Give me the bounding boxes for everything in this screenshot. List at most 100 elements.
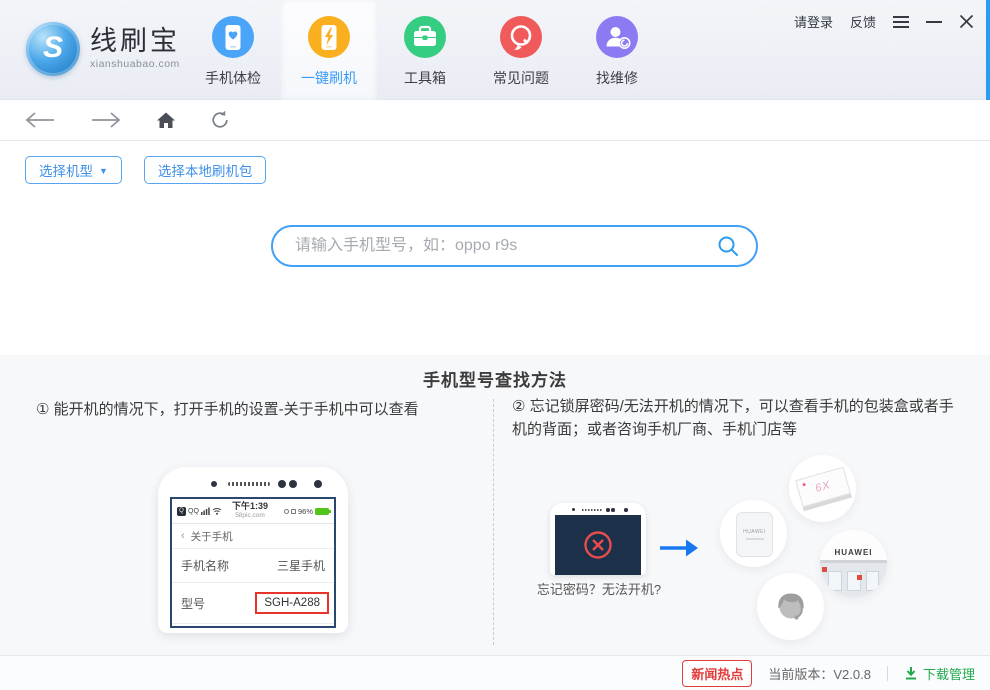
phone-name-row: 手机名称 三星手机: [172, 549, 334, 583]
bottom-statusbar: 新闻热点 当前版本：V2.0.8 下载管理: [0, 655, 990, 690]
window-controls: 请登录 反馈: [794, 12, 974, 31]
locked-phone-caption: 忘记密码？无法开机?: [536, 582, 662, 597]
back-icon[interactable]: [24, 111, 56, 129]
speaker-grille: [228, 482, 270, 486]
packaging-box-circle: 6X: [789, 455, 856, 522]
close-icon[interactable]: [959, 14, 974, 30]
phone-statusbar: Q QQ 下午1:39 58pic.com 96%: [172, 499, 334, 524]
nav-item-repair[interactable]: 找维修: [569, 0, 665, 100]
nav-label: 手机体检: [205, 70, 261, 86]
brand-name: 线刷宝: [90, 26, 180, 56]
minimize-icon[interactable]: [926, 14, 942, 30]
select-model-button[interactable]: 选择机型 ▼: [25, 156, 122, 184]
forward-icon[interactable]: [90, 111, 122, 129]
version-label: 当前版本：V2.0.8: [768, 666, 871, 682]
speaker-grille: [582, 509, 602, 511]
back-chevron-icon: ‹: [181, 530, 185, 542]
store-window: [847, 571, 861, 591]
feedback-link[interactable]: 反馈: [850, 12, 876, 31]
sensor-dot: [611, 508, 615, 512]
download-manager-button[interactable]: 下载管理: [904, 664, 975, 683]
phone-health-icon: [212, 16, 254, 58]
download-icon: [905, 667, 916, 680]
guide-title: 手机型号查找方法: [423, 371, 567, 390]
caret-down-icon: ▼: [99, 166, 108, 176]
orientation-lock-icon: [283, 508, 289, 514]
home-icon[interactable]: [156, 111, 176, 129]
nav-item-phone-health[interactable]: 手机体检: [185, 0, 281, 100]
nav-item-one-key-flash[interactable]: 一键刷机: [281, 0, 377, 100]
error-screen: [555, 515, 641, 575]
row-label: 型号: [181, 596, 206, 611]
nav-item-faq[interactable]: 常见问题: [473, 0, 569, 100]
store-circle: HUAWEI: [820, 530, 887, 597]
error-cross-icon: [584, 531, 612, 559]
customer-service-circle: [757, 573, 824, 640]
row-value: 三星手机: [276, 559, 325, 573]
guide-step-2: ② 忘记锁屏密码/无法开机的情况下，可以查看手机的包装盒或者手机的背面；或者咨询…: [512, 398, 954, 439]
phone-back-brand: HUAWEI: [743, 529, 766, 535]
battery-percent: 96%: [297, 506, 313, 516]
logo-monogram: S: [42, 31, 63, 64]
phone-back-line: [745, 538, 764, 540]
nav-label: 找维修: [596, 70, 638, 86]
phone-back-circle: HUAWEI: [720, 500, 787, 567]
header-edge-accent: [986, 0, 990, 100]
guide-step-1: ① 能开机的情况下，打开手机的设置-关于手机中可以查看: [36, 401, 419, 418]
battery-icon: [315, 507, 331, 515]
nav-label: 一键刷机: [301, 70, 357, 86]
camera-dot: [624, 508, 628, 512]
box-model-label: 6X: [813, 479, 833, 495]
logo-orb-icon: S: [26, 22, 80, 76]
camera-dot: [314, 480, 322, 488]
brand-domain: xianshuabao.com: [90, 58, 180, 70]
signal-icon: [200, 507, 210, 515]
arrow-right-icon: [658, 537, 700, 564]
qq-label: QQ: [188, 507, 199, 515]
about-phone-header: ‹ 关于手机: [172, 524, 334, 549]
store-window: [828, 571, 842, 591]
news-hotspot-button[interactable]: 新闻热点: [682, 659, 753, 687]
store-sign: HUAWEI: [820, 530, 887, 560]
store-window: [866, 571, 879, 591]
search-input[interactable]: [273, 237, 717, 255]
phone-back-illustration: HUAWEI: [736, 512, 773, 557]
customer-service-icon: [777, 593, 804, 619]
select-local-package-button[interactable]: 选择本地刷机包: [143, 156, 267, 184]
nav-label: 工具箱: [404, 70, 446, 86]
nav-item-toolbox[interactable]: 工具箱: [377, 0, 473, 100]
select-model-label: 选择机型: [39, 164, 93, 179]
sensor-dot: [606, 508, 610, 512]
app-logo: S 线刷宝 xianshuabao.com: [26, 22, 180, 76]
about-phone-title: 关于手机: [190, 530, 233, 543]
store-front: [820, 563, 887, 597]
locked-phone-illustration: [550, 503, 646, 575]
store-logo-dot: [857, 575, 862, 580]
phone-site: 58pic.com: [235, 512, 265, 520]
search-icon[interactable]: [717, 235, 739, 257]
camera-dot: [572, 508, 575, 511]
toolbox-icon: [404, 16, 446, 58]
box-logo-dot: [802, 482, 806, 487]
camera-dot: [211, 481, 217, 487]
repair-icon: [596, 16, 638, 58]
phone-time: 下午1:39: [231, 501, 268, 512]
qq-icon: Q: [177, 506, 186, 516]
sensor-dot: [278, 480, 286, 488]
statusbar-divider: [886, 665, 888, 681]
phone-flash-icon: [308, 16, 350, 58]
refresh-icon[interactable]: [210, 110, 230, 130]
shield-icon: [290, 508, 296, 514]
main-nav: 手机体检 一键刷机 工具箱 常见问题 找维修: [185, 0, 665, 100]
about-phone-illustration: Q QQ 下午1:39 58pic.com 96% ‹ 关于手机 手机名称 三星…: [158, 467, 348, 633]
app-header: S 线刷宝 xianshuabao.com 手机体检 一键刷机 工具箱 常见问题…: [0, 0, 990, 100]
guide-section: 手机型号查找方法 ① 能开机的情况下，打开手机的设置-关于手机中可以查看 ② 忘…: [0, 355, 990, 655]
login-link[interactable]: 请登录: [794, 12, 833, 31]
phone-screen: Q QQ 下午1:39 58pic.com 96% ‹ 关于手机 手机名称 三星…: [170, 497, 336, 628]
row-label: 手机名称: [181, 559, 230, 573]
download-manager-label: 下载管理: [922, 666, 975, 682]
phone-box-illustration: 6X: [795, 466, 851, 508]
menu-icon[interactable]: [893, 14, 909, 30]
model-highlight-box: SGH-A288: [255, 592, 329, 614]
wifi-icon: [212, 508, 222, 515]
